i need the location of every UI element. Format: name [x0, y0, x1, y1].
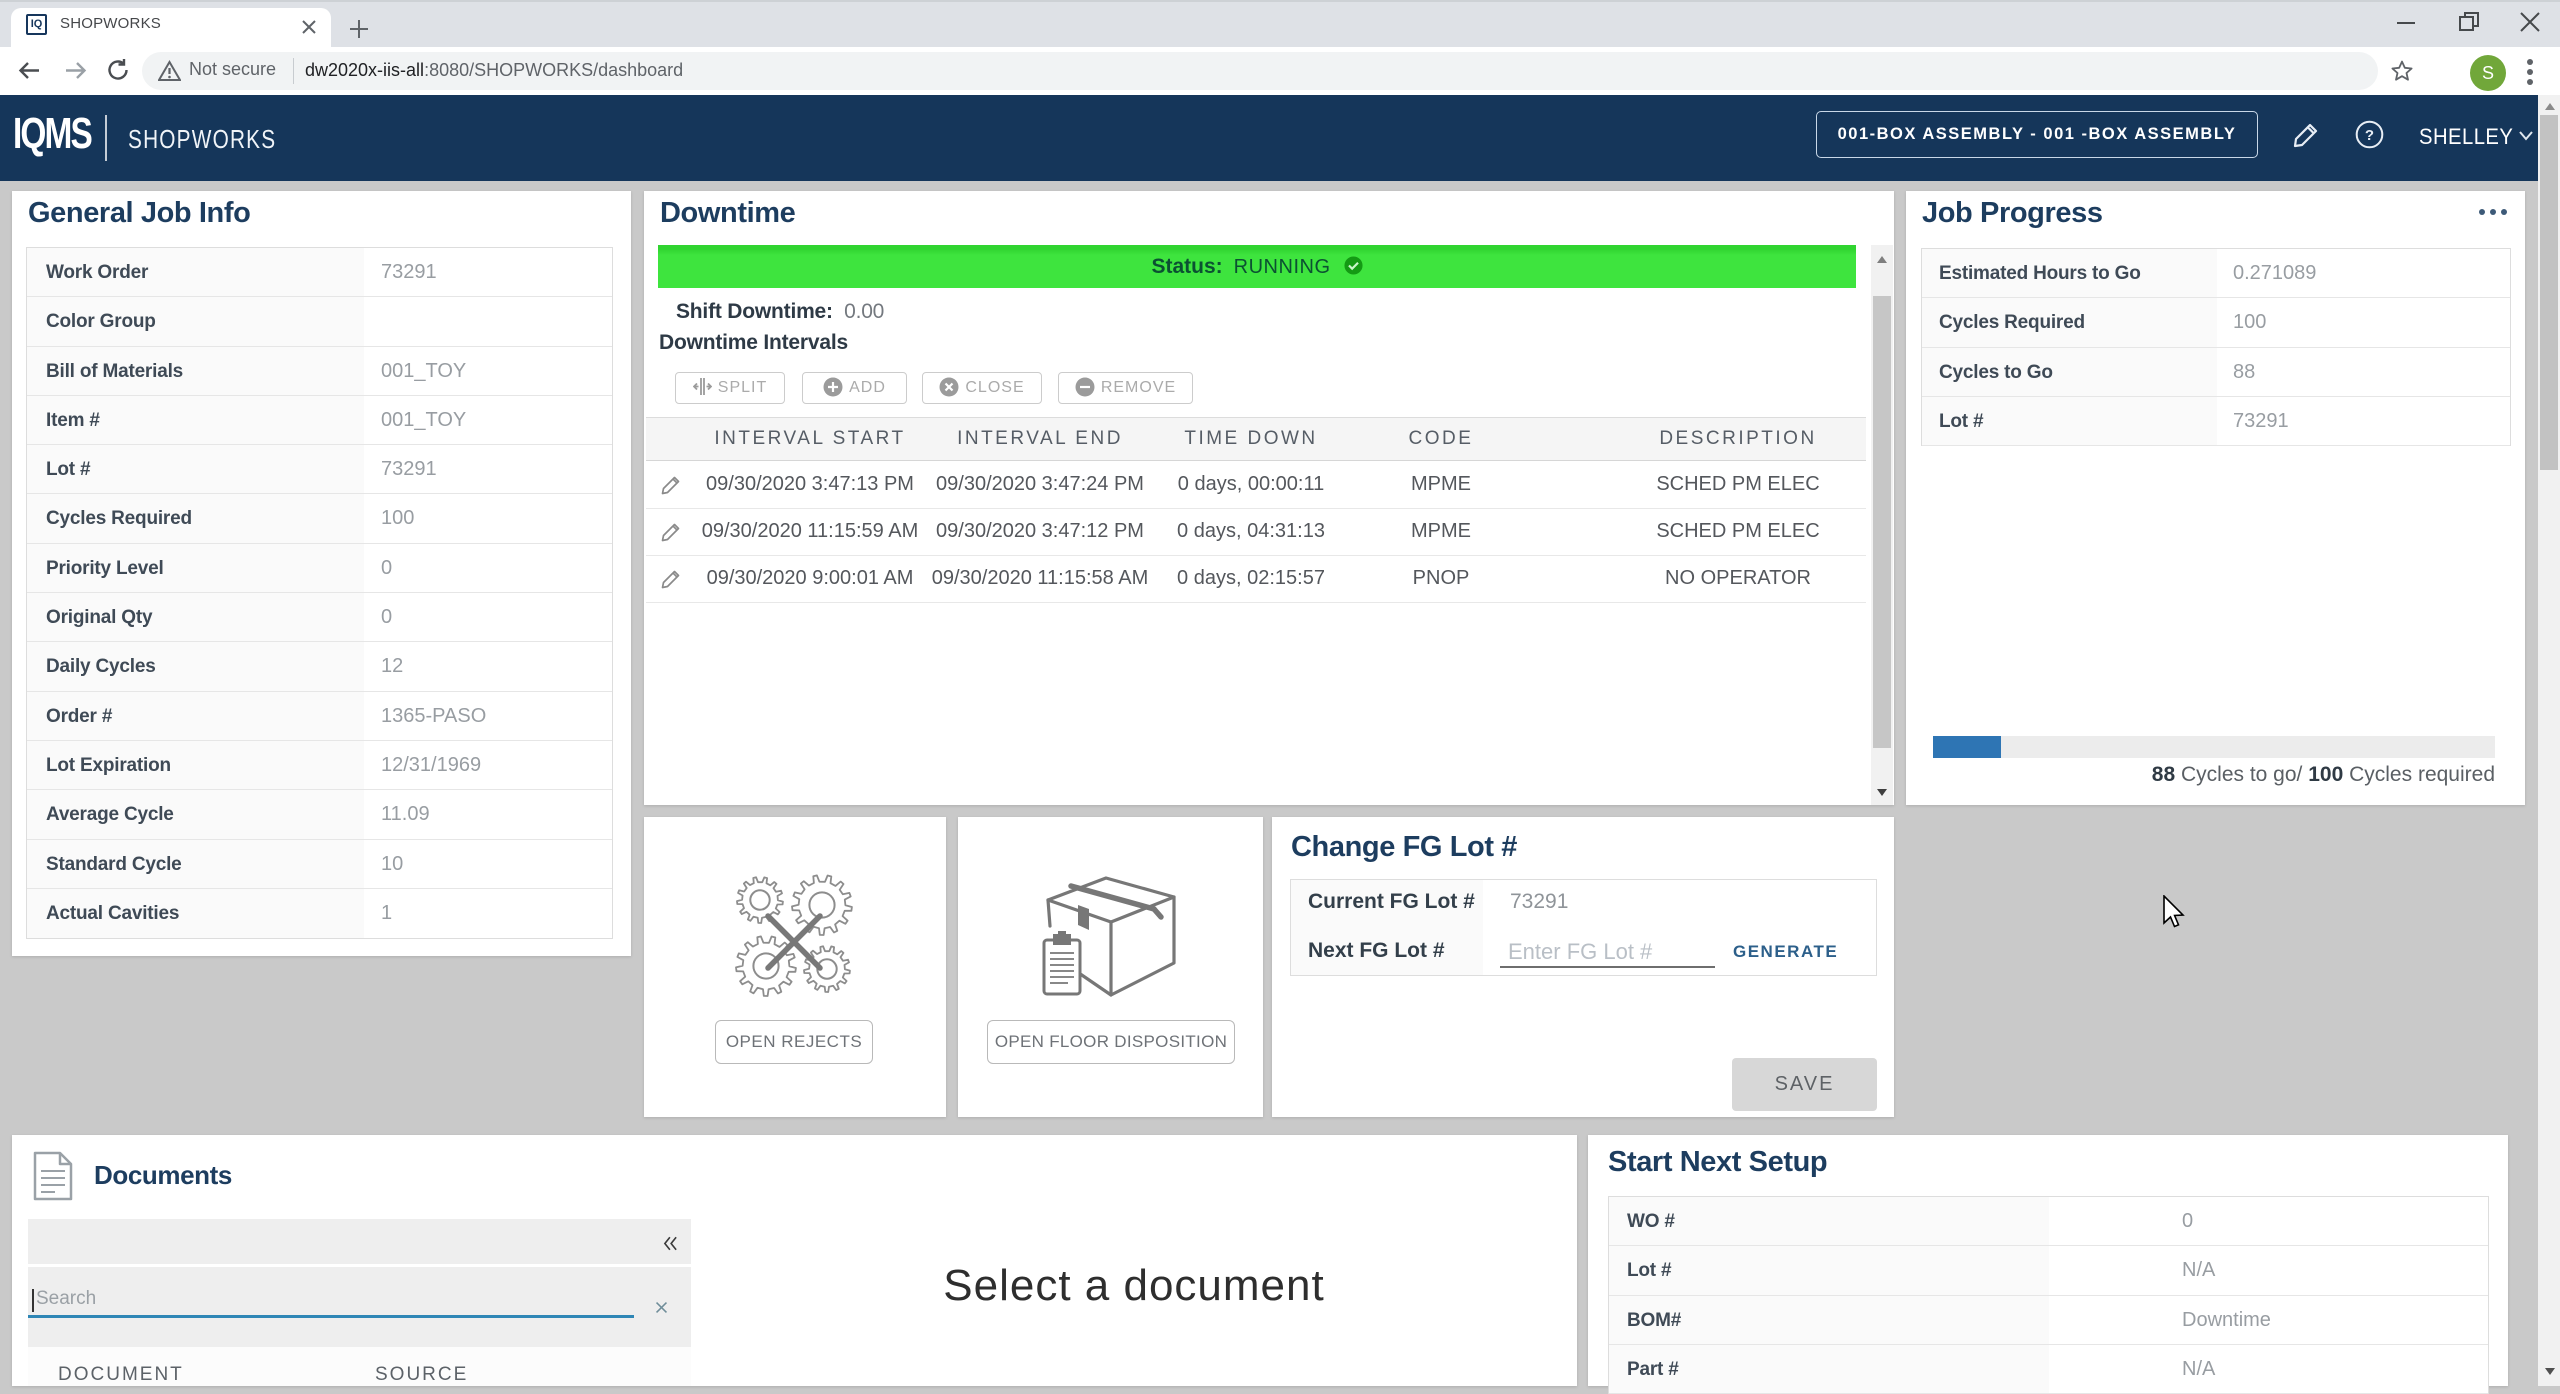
svg-text:?: ? — [2365, 127, 2374, 144]
